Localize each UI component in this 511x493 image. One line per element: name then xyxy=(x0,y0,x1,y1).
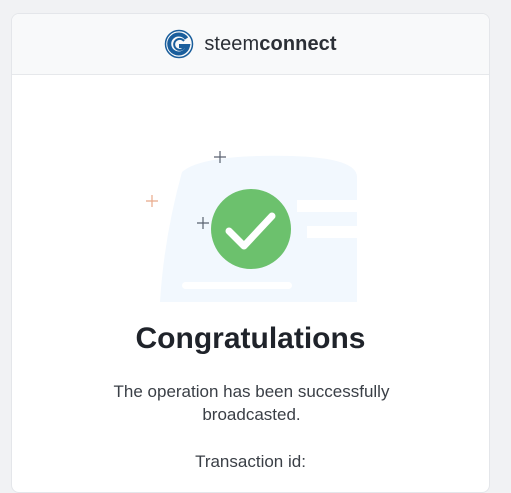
sparkle-icon xyxy=(146,195,158,207)
result-card: steemconnect Congratulations The operati… xyxy=(11,13,490,493)
header: steemconnect xyxy=(12,14,489,75)
brand-name: steemconnect xyxy=(204,32,337,55)
checkmark-circle-icon xyxy=(211,189,291,269)
transaction-id-label: Transaction id: xyxy=(195,452,306,471)
success-illustration xyxy=(146,151,357,302)
steemconnect-logo-icon xyxy=(165,29,194,59)
success-title: Congratulations xyxy=(135,322,366,355)
success-message: The operation has been successfully broa… xyxy=(113,382,390,424)
